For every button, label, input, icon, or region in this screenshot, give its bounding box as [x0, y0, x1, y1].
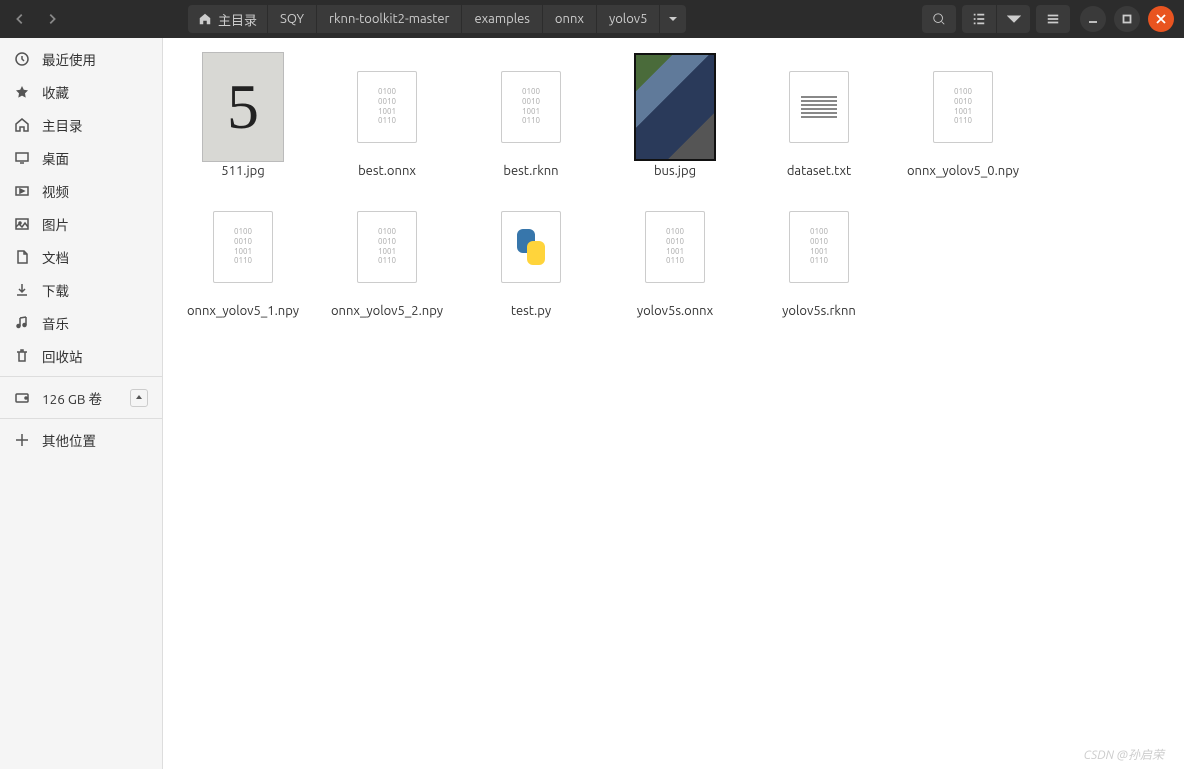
- file-item[interactable]: test.py: [459, 190, 603, 330]
- video-icon: [14, 183, 30, 199]
- file-item[interactable]: 0100001010010110 yolov5s.onnx: [603, 190, 747, 330]
- binary-file-icon: 0100001010010110: [933, 71, 993, 143]
- image-icon: [14, 216, 30, 232]
- sidebar-item-label: 主目录: [42, 115, 83, 135]
- sidebar-item-recent[interactable]: 最近使用: [0, 42, 162, 75]
- breadcrumb-item[interactable]: rknn-toolkit2-master: [317, 5, 462, 33]
- minimize-button[interactable]: [1080, 6, 1106, 32]
- file-item[interactable]: 0100001010010110 best.rknn: [459, 50, 603, 190]
- breadcrumb-home-label: 主目录: [218, 10, 257, 29]
- sidebar-item-label: 视频: [42, 181, 69, 201]
- file-item[interactable]: 0100001010010110 best.onnx: [315, 50, 459, 190]
- forward-button[interactable]: [38, 5, 66, 33]
- file-label: test.py: [511, 304, 551, 318]
- breadcrumb-item[interactable]: onnx: [543, 5, 597, 33]
- view-dropdown-button[interactable]: [996, 5, 1030, 33]
- view-list-button[interactable]: [962, 5, 996, 33]
- image-thumbnail: [634, 53, 716, 161]
- sidebar-item-trash[interactable]: 回收站: [0, 339, 162, 372]
- binary-file-icon: 0100001010010110: [789, 211, 849, 283]
- sidebar-item-starred[interactable]: 收藏: [0, 75, 162, 108]
- hamburger-menu-button[interactable]: [1036, 5, 1070, 33]
- watermark: CSDN @孙启荣: [1084, 746, 1164, 763]
- sidebar-item-videos[interactable]: 视频: [0, 174, 162, 207]
- file-item[interactable]: 0100001010010110 onnx_yolov5_0.npy: [891, 50, 1035, 190]
- clock-icon: [14, 51, 30, 67]
- sidebar-item-label: 文档: [42, 247, 69, 267]
- binary-file-icon: 0100001010010110: [645, 211, 705, 283]
- search-button[interactable]: [922, 5, 956, 33]
- file-item[interactable]: dataset.txt: [747, 50, 891, 190]
- text-file-icon: [789, 71, 849, 143]
- file-label: 511.jpg: [221, 164, 264, 178]
- binary-file-icon: 0100001010010110: [357, 211, 417, 283]
- binary-file-icon: 0100001010010110: [357, 71, 417, 143]
- home-icon: [198, 12, 212, 26]
- download-icon: [14, 282, 30, 298]
- file-label: best.rknn: [503, 164, 558, 178]
- file-label: onnx_yolov5_1.npy: [187, 304, 299, 318]
- sidebar-item-pictures[interactable]: 图片: [0, 207, 162, 240]
- sidebar-item-label: 图片: [42, 214, 69, 234]
- binary-file-icon: 0100001010010110: [501, 71, 561, 143]
- sidebar-item-label: 回收站: [42, 346, 83, 366]
- sidebar-item-label: 下载: [42, 280, 69, 300]
- file-item[interactable]: 0100001010010110 onnx_yolov5_1.npy: [171, 190, 315, 330]
- file-item[interactable]: 0100001010010110 onnx_yolov5_2.npy: [315, 190, 459, 330]
- sidebar-item-label: 收藏: [42, 82, 69, 102]
- breadcrumb-home[interactable]: 主目录: [188, 5, 268, 33]
- sidebar: 最近使用收藏主目录桌面视频图片文档下载音乐回收站 126 GB 卷 其他位置: [0, 38, 163, 769]
- close-button[interactable]: [1148, 6, 1174, 32]
- maximize-button[interactable]: [1114, 6, 1140, 32]
- sidebar-item-home[interactable]: 主目录: [0, 108, 162, 141]
- file-pane[interactable]: 5511.jpg0100001010010110best.onnx0100001…: [163, 38, 1184, 769]
- sidebar-volume[interactable]: 126 GB 卷: [0, 381, 162, 414]
- file-item[interactable]: bus.jpg: [603, 50, 747, 190]
- sidebar-item-label: 音乐: [42, 313, 69, 333]
- image-thumbnail: 5: [202, 52, 284, 162]
- file-label: onnx_yolov5_2.npy: [331, 304, 443, 318]
- plus-icon: [14, 432, 30, 448]
- disk-icon: [14, 390, 30, 406]
- sidebar-item-documents[interactable]: 文档: [0, 240, 162, 273]
- file-label: yolov5s.rknn: [782, 304, 856, 318]
- sidebar-item-desktop[interactable]: 桌面: [0, 141, 162, 174]
- breadcrumb-dropdown[interactable]: [660, 14, 686, 24]
- back-button[interactable]: [6, 5, 34, 33]
- breadcrumb: 主目录 SQY rknn-toolkit2-master examples on…: [188, 5, 686, 33]
- star-icon: [14, 84, 30, 100]
- trash-icon: [14, 348, 30, 364]
- file-label: bus.jpg: [654, 164, 696, 178]
- eject-button[interactable]: [130, 389, 148, 407]
- home-icon: [14, 117, 30, 133]
- sidebar-item-label: 桌面: [42, 148, 69, 168]
- python-file-icon: [501, 211, 561, 283]
- titlebar: 主目录 SQY rknn-toolkit2-master examples on…: [0, 0, 1184, 38]
- breadcrumb-item[interactable]: examples: [462, 5, 542, 33]
- file-label: yolov5s.onnx: [637, 304, 713, 318]
- breadcrumb-item[interactable]: yolov5: [597, 5, 661, 33]
- file-label: dataset.txt: [787, 164, 851, 178]
- sidebar-item-label: 其他位置: [42, 430, 96, 450]
- binary-file-icon: 0100001010010110: [213, 211, 273, 283]
- monitor-icon: [14, 150, 30, 166]
- sidebar-item-downloads[interactable]: 下载: [0, 273, 162, 306]
- file-item[interactable]: 5 511.jpg: [171, 50, 315, 190]
- sidebar-item-label: 126 GB 卷: [42, 388, 102, 408]
- sidebar-other-locations[interactable]: 其他位置: [0, 423, 162, 456]
- file-label: onnx_yolov5_0.npy: [907, 164, 1019, 178]
- sidebar-item-label: 最近使用: [42, 49, 96, 69]
- sidebar-item-music[interactable]: 音乐: [0, 306, 162, 339]
- file-item[interactable]: 0100001010010110 yolov5s.rknn: [747, 190, 891, 330]
- music-icon: [14, 315, 30, 331]
- document-icon: [14, 249, 30, 265]
- breadcrumb-item[interactable]: SQY: [268, 5, 317, 33]
- file-label: best.onnx: [358, 164, 416, 178]
